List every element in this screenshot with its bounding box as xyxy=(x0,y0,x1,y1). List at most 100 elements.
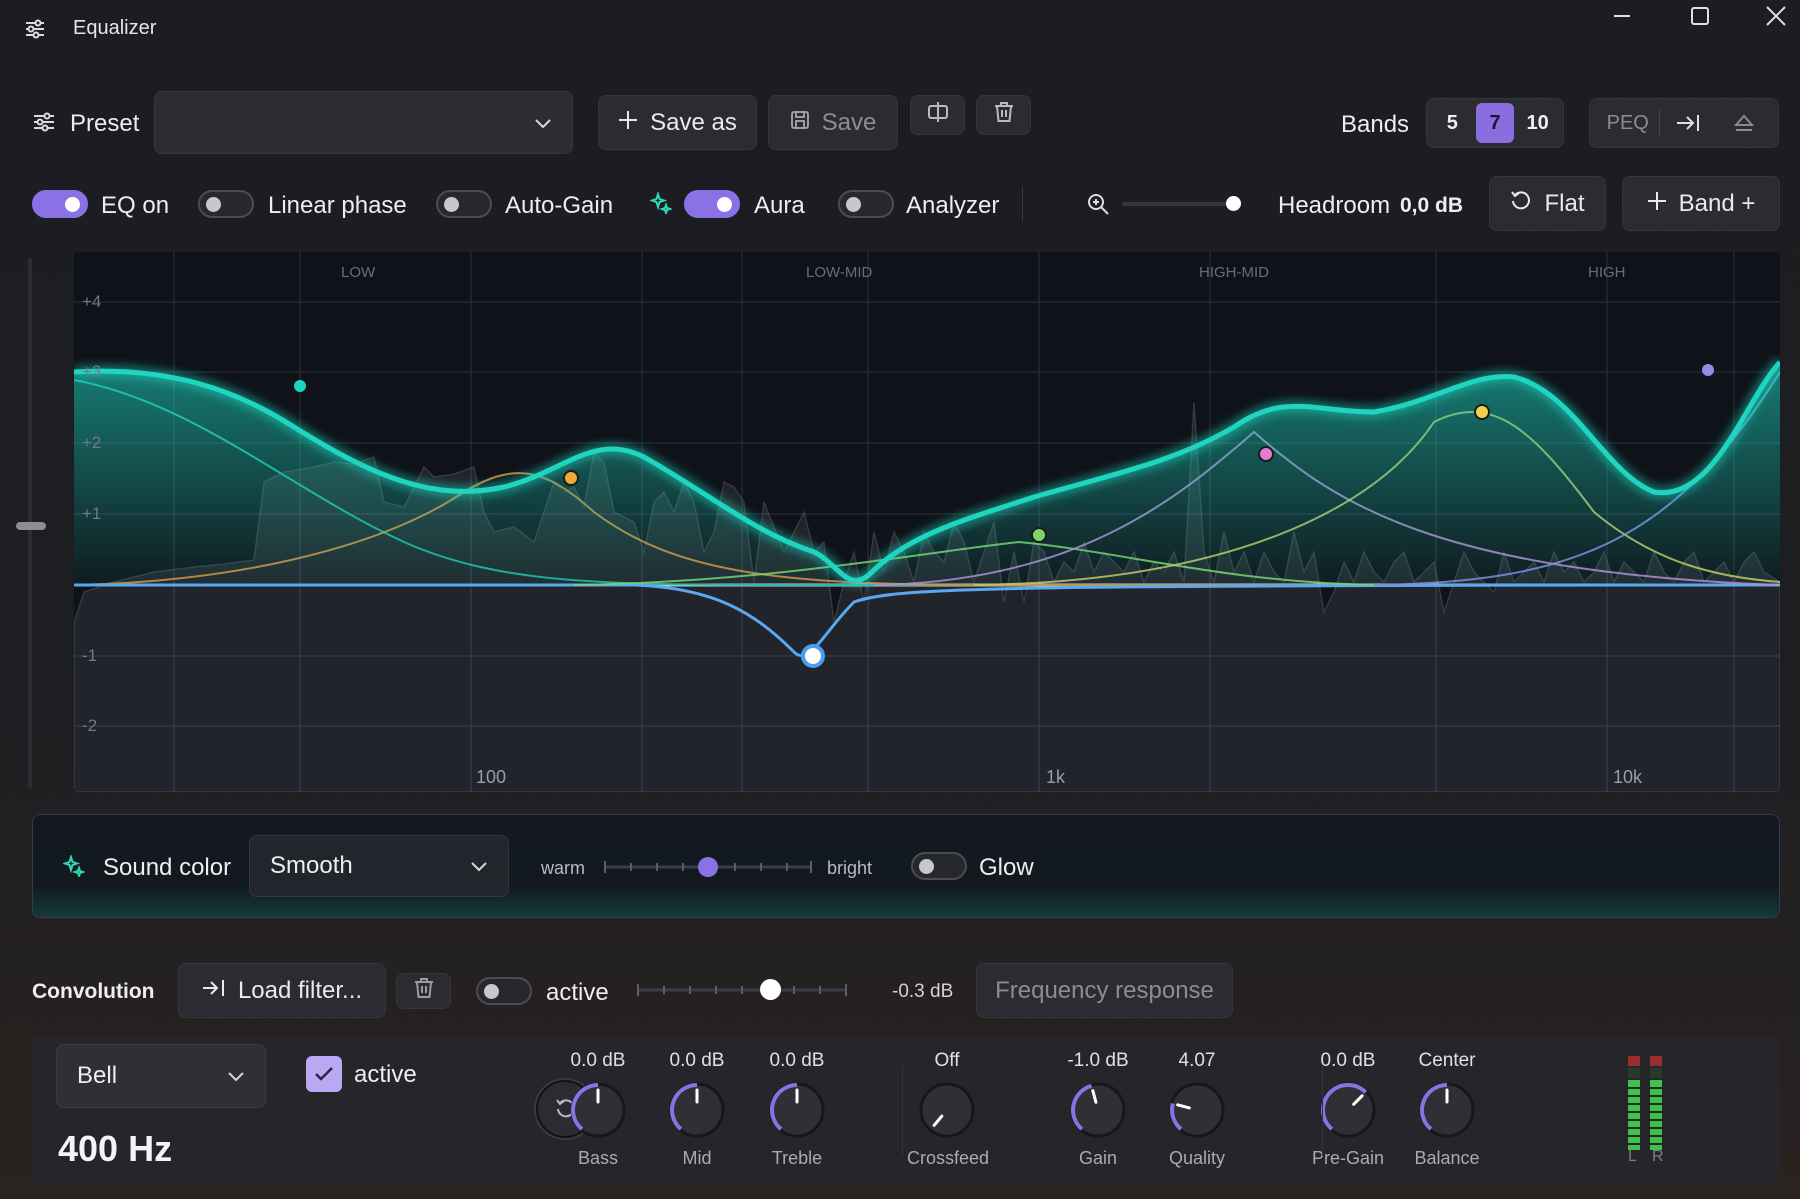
save-icon xyxy=(790,109,810,137)
y-tick: +2 xyxy=(82,433,102,452)
save-as-button[interactable]: Save as xyxy=(598,95,757,150)
band-handle-3-selected[interactable] xyxy=(801,644,825,668)
linear-phase-toggle[interactable] xyxy=(198,190,254,218)
band-handle-5[interactable] xyxy=(1258,446,1274,462)
maximize-icon[interactable] xyxy=(1670,0,1730,32)
trash-icon xyxy=(414,977,434,1006)
load-filter-button[interactable]: Load filter... xyxy=(178,963,386,1018)
minimize-icon[interactable] xyxy=(1592,0,1652,32)
knob-dial[interactable] xyxy=(1415,1078,1479,1142)
bands-option-10[interactable]: 10 xyxy=(1518,103,1557,143)
band-handle-4[interactable] xyxy=(1031,527,1047,543)
knob-value: Center xyxy=(1418,1050,1476,1071)
knob-quality[interactable]: 4.07 Quality xyxy=(1157,1050,1237,1169)
zoom-slider-thumb[interactable] xyxy=(1226,196,1241,211)
y-tick: +3 xyxy=(82,362,102,381)
flat-button[interactable]: Flat xyxy=(1489,176,1606,231)
eq-graph[interactable]: LOW LOW-MID HIGH-MID HIGH +4 +3 +2 +1 -1… xyxy=(74,252,1780,792)
save-button[interactable]: Save xyxy=(768,95,898,150)
bands-selector: 5 7 10 xyxy=(1426,98,1564,148)
frequency-response-button[interactable]: Frequency response xyxy=(976,963,1233,1018)
knob-dial[interactable] xyxy=(1066,1078,1130,1142)
compare-button[interactable] xyxy=(910,95,965,135)
add-band-button[interactable]: Band + xyxy=(1622,176,1780,231)
band-handle-2[interactable] xyxy=(563,470,579,486)
band-active-checkbox[interactable] xyxy=(306,1056,342,1092)
sound-color-panel: Sound color Smooth warm bright Glow xyxy=(32,814,1780,918)
zoom-slider[interactable] xyxy=(1122,202,1234,206)
level-meter xyxy=(1626,1054,1666,1154)
knob-dial[interactable] xyxy=(1316,1078,1380,1142)
knob-label: Quality xyxy=(1168,1148,1226,1168)
meter-label-left: L xyxy=(1628,1148,1637,1165)
compare-icon xyxy=(927,101,949,130)
preset-dropdown[interactable] xyxy=(154,91,573,154)
knob-label: Balance xyxy=(1414,1148,1480,1168)
analyzer-toggle[interactable] xyxy=(838,190,894,218)
toolbar-divider xyxy=(1022,186,1023,222)
knob-dial[interactable] xyxy=(566,1078,630,1142)
eq-graph-canvas xyxy=(74,252,1780,792)
knob-value: 0.0 dB xyxy=(769,1050,825,1071)
x-tick: 1k xyxy=(1046,767,1066,787)
eq-on-toggle[interactable] xyxy=(32,190,88,218)
reset-icon xyxy=(1510,189,1532,218)
sparkle-icon xyxy=(61,853,87,882)
y-tick: -2 xyxy=(82,716,98,735)
headroom-value: 0,0 dB xyxy=(1400,194,1464,217)
aura-toggle[interactable] xyxy=(684,190,740,218)
close-icon[interactable] xyxy=(1746,0,1800,32)
convolution-label: Convolution xyxy=(32,980,155,1003)
frequency-response-label: Frequency response xyxy=(995,976,1214,1004)
knob-dial[interactable] xyxy=(1165,1078,1229,1142)
convolution-active-toggle[interactable] xyxy=(476,977,532,1005)
glow-toggle[interactable] xyxy=(911,852,967,880)
knob-value: 0.0 dB xyxy=(1320,1050,1376,1071)
import-icon xyxy=(202,977,226,1005)
knob-value: -1.0 dB xyxy=(1067,1050,1129,1071)
peq-button[interactable]: PEQ xyxy=(1596,112,1659,135)
import-icon[interactable] xyxy=(1660,113,1716,133)
convolution-active-label: active xyxy=(546,979,609,1006)
region-label-low: LOW xyxy=(341,264,376,281)
region-label-low-mid: LOW-MID xyxy=(806,264,873,281)
bands-option-5[interactable]: 5 xyxy=(1433,103,1472,143)
knob-balance[interactable]: Center Balance xyxy=(1407,1050,1487,1169)
knob-dial[interactable] xyxy=(765,1078,829,1142)
band-handle-7[interactable] xyxy=(1702,364,1714,376)
warm-bright-thumb[interactable] xyxy=(698,857,718,877)
clear-filter-button[interactable] xyxy=(396,973,451,1009)
filter-type-dropdown[interactable]: Bell xyxy=(56,1044,266,1108)
band-handle-6[interactable] xyxy=(1474,404,1490,420)
output-gain-thumb[interactable] xyxy=(16,522,46,530)
knob-label: Pre-Gain xyxy=(1311,1148,1385,1168)
knob-label: Bass xyxy=(577,1148,619,1168)
combined-curve-area xyxy=(74,362,1780,585)
convolution-level-thumb[interactable] xyxy=(760,979,781,1000)
sparkle-icon xyxy=(648,190,674,219)
plus-icon xyxy=(1647,190,1667,218)
knob-crossfeed[interactable]: Off Crossfeed xyxy=(907,1050,989,1169)
analyzer-label: Analyzer xyxy=(906,192,1000,219)
save-as-label: Save as xyxy=(650,108,737,136)
delete-preset-button[interactable] xyxy=(976,95,1031,135)
knob-gain[interactable]: -1.0 dB Gain xyxy=(1058,1050,1138,1169)
convolution-level-slider[interactable] xyxy=(636,980,848,1000)
knob-dial[interactable] xyxy=(665,1078,729,1142)
aura-label: Aura xyxy=(754,192,805,219)
eject-icon[interactable] xyxy=(1716,113,1772,133)
add-band-label: Band + xyxy=(1678,189,1756,217)
knob-mid[interactable]: 0.0 dB Mid xyxy=(657,1050,737,1169)
load-filter-label: Load filter... xyxy=(237,976,363,1004)
preset-icon xyxy=(32,110,56,134)
knob-pre-gain[interactable]: 0.0 dB Pre-Gain xyxy=(1308,1050,1388,1169)
knob-dial[interactable] xyxy=(915,1078,979,1142)
knob-label: Treble xyxy=(771,1148,823,1168)
knob-treble[interactable]: 0.0 dB Treble xyxy=(757,1050,837,1169)
bands-option-7[interactable]: 7 xyxy=(1475,103,1515,143)
auto-gain-toggle[interactable] xyxy=(436,190,492,218)
sound-color-dropdown[interactable]: Smooth xyxy=(249,835,509,897)
band-handle-1[interactable] xyxy=(294,380,306,392)
y-tick: +4 xyxy=(82,292,102,311)
knob-bass[interactable]: 0.0 dB Bass xyxy=(558,1050,638,1169)
